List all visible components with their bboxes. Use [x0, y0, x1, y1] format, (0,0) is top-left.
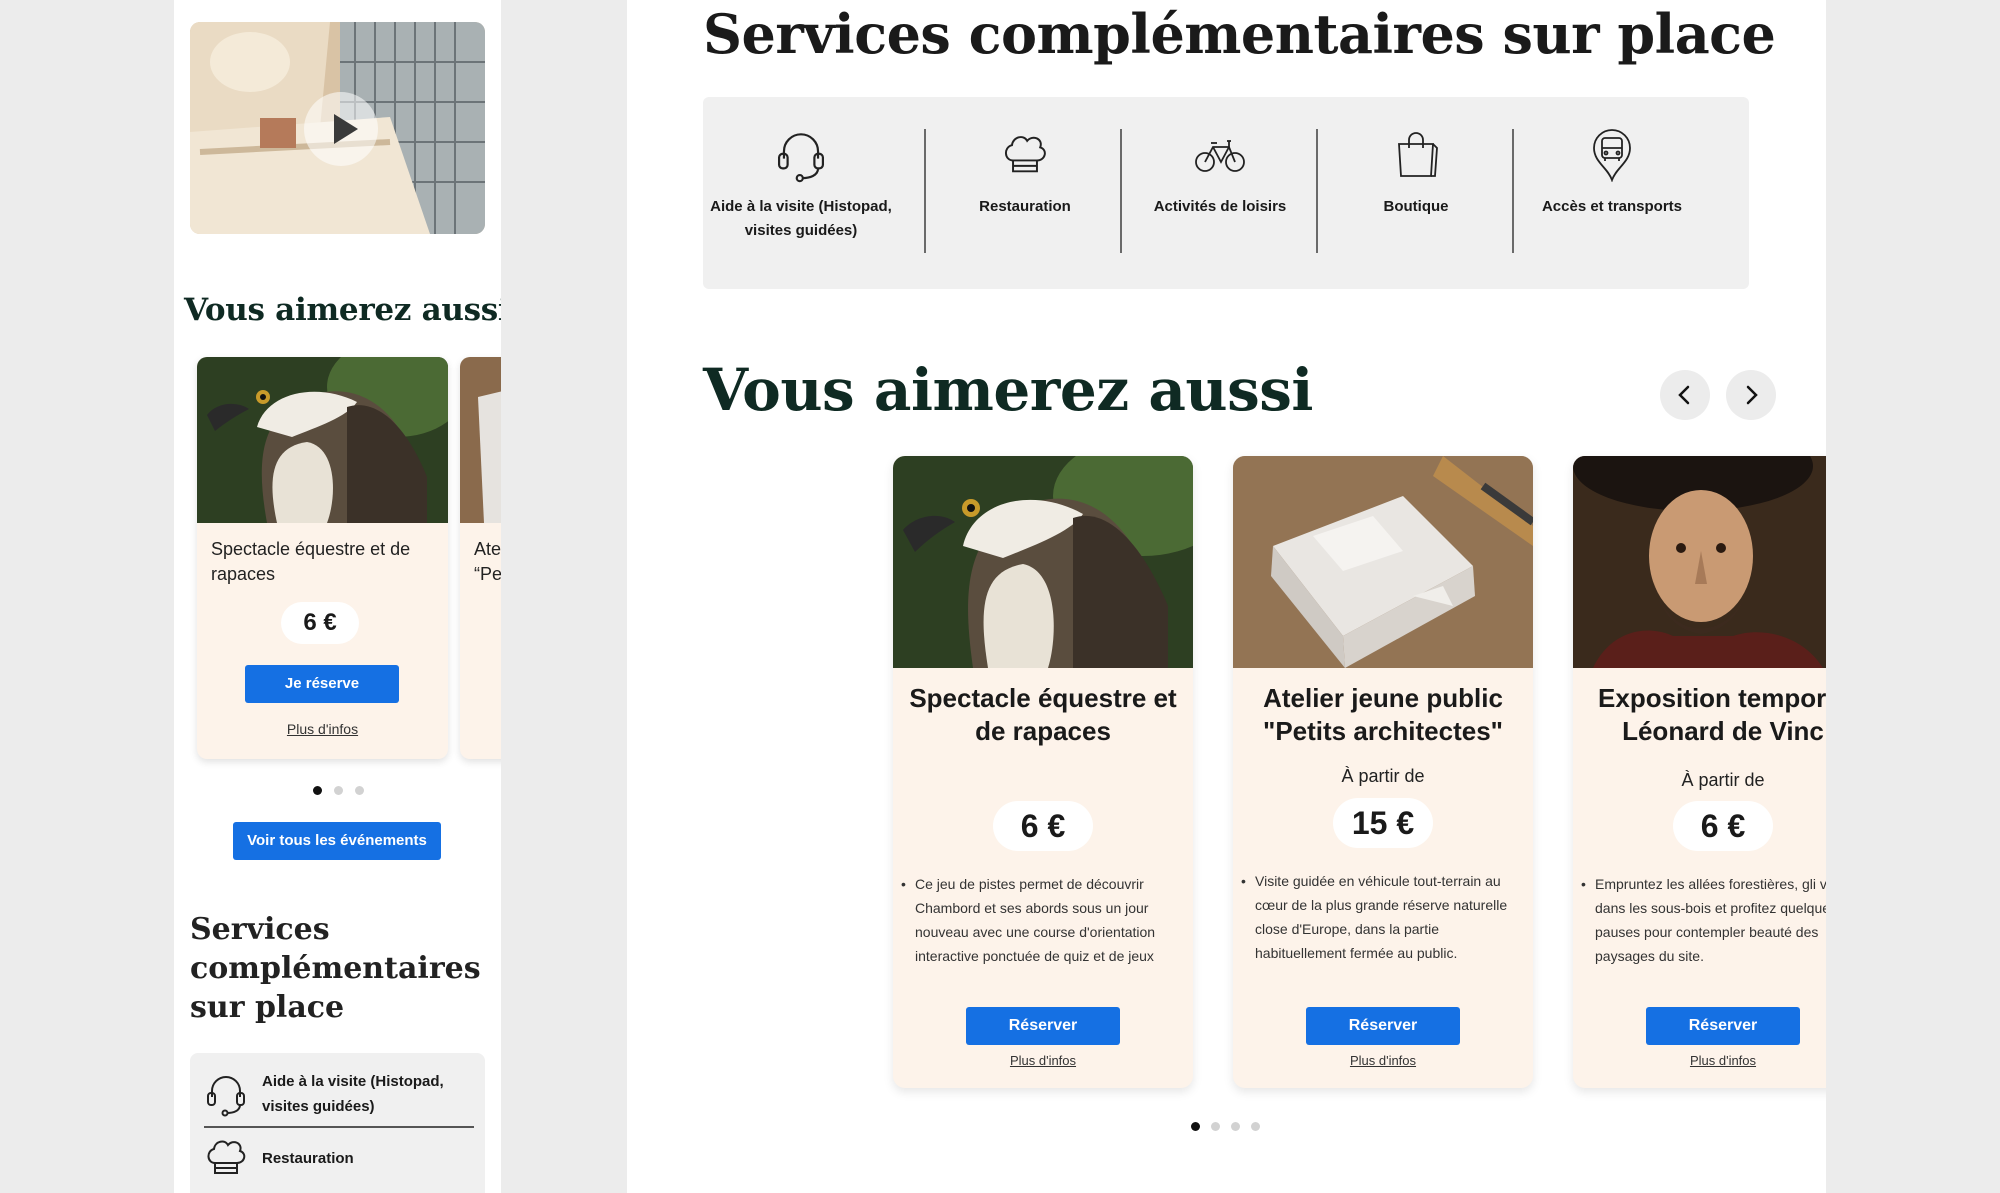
reserve-button[interactable]: Je réserve [245, 665, 399, 703]
service-label: Aide à la visite (Histopad, visites guid… [710, 198, 892, 239]
event-description: • Empruntez les allées forestières, gli v… [1581, 876, 1826, 964]
pagination-dot[interactable] [1191, 1122, 1200, 1131]
service-label: Aide à la visite (Histopad, visites guid… [262, 1073, 444, 1115]
chevron-right-icon [1746, 385, 1758, 405]
bicycle-icon [1122, 127, 1318, 183]
pagination-dot[interactable] [334, 786, 343, 795]
event-card-partial[interactable]: Ate “Pe [460, 357, 501, 759]
service-label: Accès et transports [1541, 198, 1683, 215]
more-info-link[interactable]: Plus d'infos [1233, 1053, 1533, 1068]
section-heading: Vous aimerez aussi [703, 356, 1313, 424]
pagination-dot[interactable] [1211, 1122, 1220, 1131]
more-info-link[interactable]: Plus d'infos [197, 721, 448, 737]
play-video-button[interactable] [304, 92, 378, 166]
service-label: Boutique [1383, 198, 1449, 215]
event-title-partial: Ate “Pe [474, 539, 501, 584]
pagination-dot[interactable] [355, 786, 364, 795]
headset-icon [190, 1071, 262, 1117]
more-info-link[interactable]: Plus d'infos [1573, 1053, 1826, 1068]
osprey-image [893, 456, 1193, 668]
event-title: Exposition temporai Léonard de Vinc [1598, 683, 1826, 746]
chef-hat-icon [190, 1137, 262, 1179]
chef-hat-icon [927, 127, 1123, 183]
headset-icon [703, 127, 899, 183]
divider [924, 129, 926, 253]
section-heading: Vous aimerez aussi [184, 292, 501, 328]
event-price: 6 € [281, 602, 359, 644]
event-title: Spectacle équestre et de rapaces [211, 539, 411, 584]
carousel-pagination[interactable] [1191, 1122, 1260, 1131]
event-card[interactable]: Exposition temporai Léonard de Vinc À pa… [1573, 456, 1826, 1088]
carousel-pagination[interactable] [313, 786, 364, 795]
service-access-transport[interactable]: Accès et transports [1514, 97, 1710, 289]
event-price: 6 € [1673, 801, 1773, 851]
event-price: 15 € [1333, 798, 1433, 848]
video-thumbnail[interactable] [190, 22, 485, 234]
service-label: Restauration [979, 198, 1071, 215]
service-leisure[interactable]: Activités de loisirs [1122, 97, 1318, 289]
reserve-button[interactable]: Réserver [966, 1007, 1120, 1045]
event-title: Spectacle équestre et de rapaces [909, 683, 1177, 746]
price-from-label: À partir de [1341, 766, 1425, 786]
pagination-dot[interactable] [313, 786, 322, 795]
service-label: Restauration [262, 1149, 354, 1167]
pagination-dot[interactable] [1231, 1122, 1240, 1131]
mobile-preview-panel: Vous aimerez aussi Spectacle équestre et… [174, 0, 501, 1193]
services-list: Aide à la visite (Histopad, visites guid… [190, 1053, 485, 1193]
bus-location-icon [1514, 127, 1710, 183]
event-title: Atelier jeune public "Petits architectes… [1263, 683, 1503, 746]
service-item[interactable]: Aide à la visite (Histopad, visites guid… [190, 1069, 485, 1119]
service-visit-aid[interactable]: Aide à la visite (Histopad, visites guid… [703, 97, 899, 289]
chevron-left-icon [1678, 385, 1690, 405]
services-bar: Aide à la visite (Histopad, visites guid… [703, 97, 1749, 289]
divider [204, 1126, 474, 1128]
event-description: • Ce jeu de pistes permet de découvrir Ch… [901, 876, 1156, 964]
services-heading: Services complémentaires sur place [190, 912, 481, 1025]
service-item[interactable]: Restauration [190, 1137, 485, 1179]
price-from-label: À partir de [1681, 770, 1765, 790]
service-restauration[interactable]: Restauration [927, 97, 1123, 289]
all-events-button[interactable]: Voir tous les événements [233, 822, 441, 860]
shopping-bag-icon [1318, 127, 1514, 183]
services-heading: Services complémentaires sur place [703, 2, 1776, 66]
reserve-button[interactable]: Réserver [1646, 1007, 1800, 1045]
pagination-dot[interactable] [1251, 1122, 1260, 1131]
event-price: 6 € [993, 801, 1093, 851]
more-info-link[interactable]: Plus d'infos [893, 1053, 1193, 1068]
workshop-image [460, 357, 501, 523]
workshop-image [1233, 456, 1533, 668]
event-card[interactable]: Atelier jeune public "Petits architectes… [1233, 456, 1533, 1088]
carousel-next-button[interactable] [1726, 370, 1776, 420]
desktop-preview-panel: Services complémentaires sur place Aide … [627, 0, 1826, 1193]
osprey-image [197, 357, 448, 523]
event-description: • Visite guidée en véhicule tout-terrain … [1241, 873, 1508, 961]
portrait-image [1573, 456, 1826, 668]
service-label: Activités de loisirs [1153, 198, 1287, 215]
carousel-prev-button[interactable] [1660, 370, 1710, 420]
service-shop[interactable]: Boutique [1318, 97, 1514, 289]
reserve-button[interactable]: Réserver [1306, 1007, 1460, 1045]
event-card[interactable]: Spectacle équestre et de rapaces 6 € Je … [197, 357, 448, 759]
event-card[interactable]: Spectacle équestre et de rapaces 6 € • Ce… [893, 456, 1193, 1088]
